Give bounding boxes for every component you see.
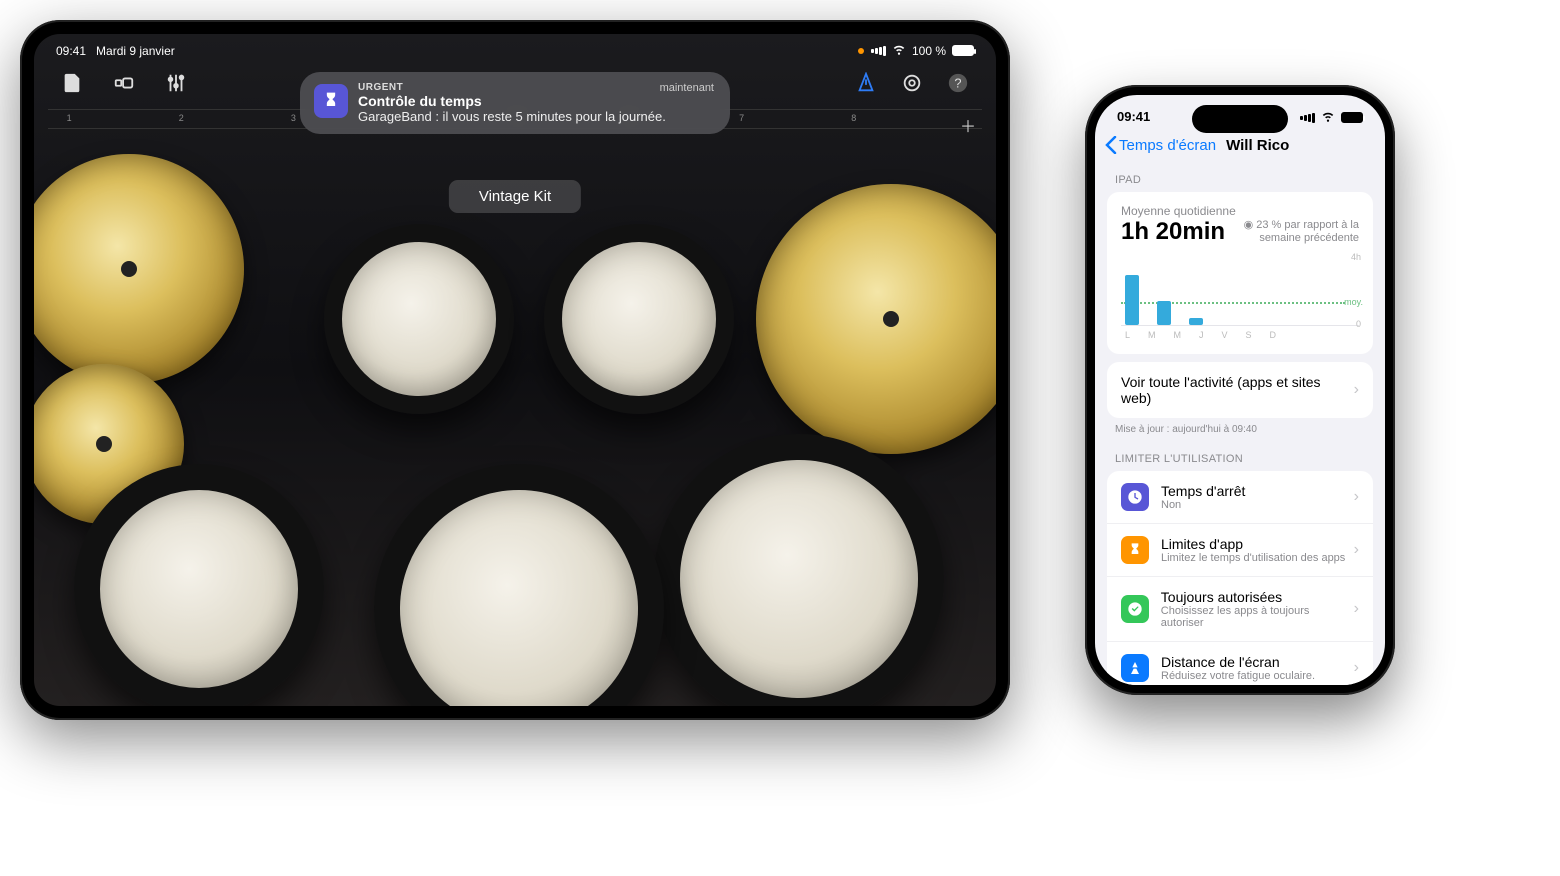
chart-xtick: M [1148, 330, 1156, 340]
chevron-right-icon: › [1354, 488, 1359, 506]
back-label: Temps d'écran [1119, 137, 1216, 154]
row-subtitle: Choisissez les apps à toujours autoriser [1161, 605, 1354, 629]
iphone-screen: 09:41 Temps d'écran Will Rico IPAD Moyen… [1095, 95, 1385, 685]
chart-xtick: D [1270, 330, 1277, 340]
row-subtitle: Limitez le temps d'utilisation des apps [1161, 552, 1345, 564]
chart-bar [1317, 324, 1331, 325]
row-icon [1121, 595, 1149, 623]
chart-xtick: S [1246, 330, 1252, 340]
row-subtitle: Non [1161, 499, 1245, 511]
battery-icon [1341, 112, 1363, 123]
crash-cymbal-left[interactable] [34, 154, 244, 384]
chart-bar [1189, 318, 1203, 325]
floor-tom[interactable] [654, 434, 944, 706]
chart-ymin: 0 [1356, 319, 1361, 329]
row-icon [1121, 483, 1149, 511]
last-update-label: Mise à jour : aujourd'hui à 09:40 [1095, 418, 1385, 441]
settings-row[interactable]: Distance de l'écranRéduisez votre fatigu… [1107, 641, 1373, 685]
back-button[interactable]: Temps d'écran [1105, 136, 1216, 154]
row-title: Toujours autorisées [1161, 589, 1354, 605]
usage-bar-chart: 4h 0 moy. [1121, 256, 1359, 326]
chart-xtick: M [1174, 330, 1182, 340]
iphone-device: 09:41 Temps d'écran Will Rico IPAD Moyen… [1085, 85, 1395, 695]
status-time: 09:41 [1117, 109, 1150, 126]
row-subtitle: Réduisez votre fatigue oculaire. [1161, 670, 1315, 682]
section-device-label: IPAD [1095, 162, 1385, 192]
row-title: Limites d'app [1161, 536, 1345, 552]
chart-bar [1157, 301, 1171, 325]
avg-delta: ◉ 23 % par rapport à la semaine précéden… [1239, 219, 1359, 247]
row-icon [1121, 654, 1149, 682]
chart-bar [1285, 324, 1299, 325]
chevron-right-icon: › [1354, 600, 1359, 618]
ipad-device: 09:41 Mardi 9 janvier 100 % [20, 20, 1010, 720]
chevron-right-icon: › [1354, 659, 1359, 677]
chart-xtick: J [1199, 330, 1204, 340]
chart-bar [1125, 275, 1139, 325]
row-icon [1121, 536, 1149, 564]
chevron-left-icon [1105, 136, 1117, 154]
rack-tom-right[interactable] [544, 224, 734, 414]
rack-tom-left[interactable] [324, 224, 514, 414]
usage-card: Moyenne quotidienne 1h 20min ◉ 23 % par … [1107, 192, 1373, 354]
drum-kit-canvas [34, 34, 996, 706]
avg-value: 1h 20min [1121, 218, 1225, 246]
row-title: Distance de l'écran [1161, 654, 1315, 670]
chart-xtick: V [1222, 330, 1228, 340]
chart-bar [1253, 324, 1267, 325]
chevron-right-icon: › [1354, 541, 1359, 559]
chevron-right-icon: › [1354, 381, 1359, 399]
page-title: Will Rico [1226, 137, 1289, 154]
chart-avg-label: moy. [1344, 297, 1363, 307]
chart-bar [1221, 324, 1235, 325]
settings-row[interactable]: Toujours autoriséesChoisissez les apps à… [1107, 576, 1373, 641]
snare-drum[interactable] [74, 464, 324, 706]
wifi-icon [1321, 109, 1335, 126]
section-limit-label: LIMITER L'UTILISATION [1095, 441, 1385, 471]
cell-signal-icon [1299, 113, 1315, 123]
activity-row-label: Voir toute l'activité (apps et sites web… [1121, 374, 1354, 406]
kick-drum[interactable] [374, 464, 664, 706]
see-all-activity-row[interactable]: Voir toute l'activité (apps et sites web… [1107, 362, 1373, 418]
activity-row-card: Voir toute l'activité (apps et sites web… [1107, 362, 1373, 418]
row-title: Temps d'arrêt [1161, 483, 1245, 499]
chart-xtick: L [1125, 330, 1130, 340]
dynamic-island [1192, 105, 1288, 133]
chart-ymax: 4h [1351, 252, 1361, 262]
ipad-screen: 09:41 Mardi 9 janvier 100 % [34, 34, 996, 706]
settings-row[interactable]: Temps d'arrêtNon › [1107, 471, 1373, 523]
avg-label: Moyenne quotidienne [1121, 204, 1359, 218]
limit-card: Temps d'arrêtNon›Limites d'appLimitez le… [1107, 471, 1373, 685]
ride-cymbal[interactable] [756, 184, 996, 454]
settings-row[interactable]: Limites d'appLimitez le temps d'utilisat… [1107, 523, 1373, 576]
